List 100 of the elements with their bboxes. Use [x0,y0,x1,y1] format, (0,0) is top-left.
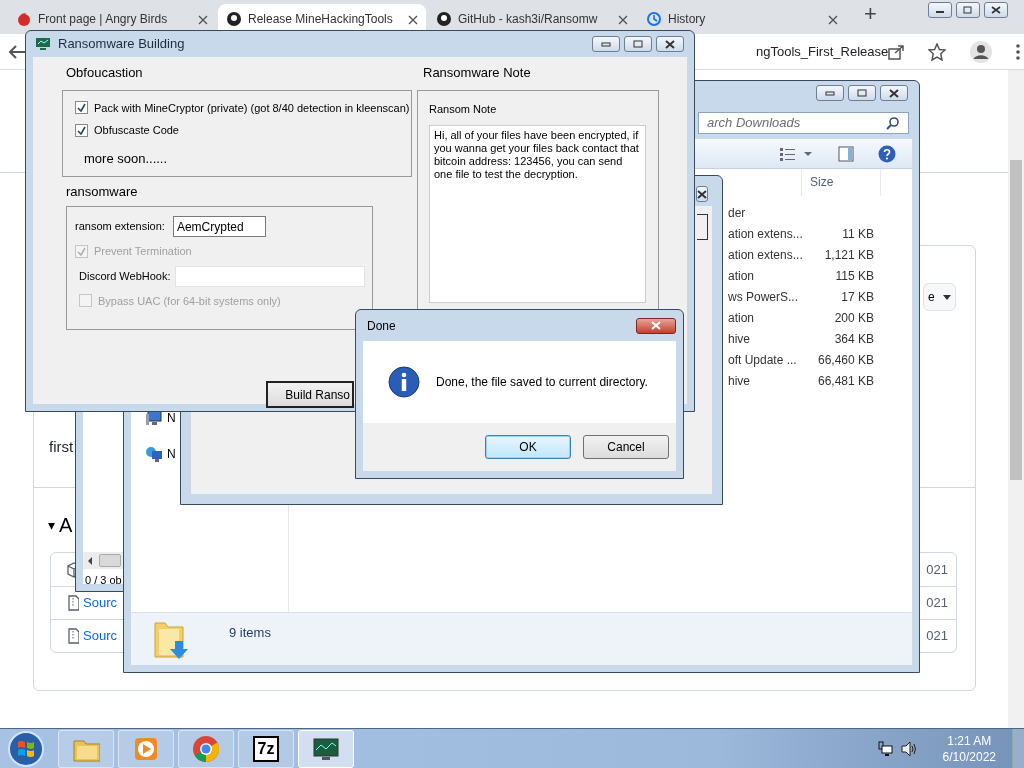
file-type-text: ation extens... [728,246,801,264]
app-logo: 7z [252,735,280,762]
minimize-button[interactable] [928,2,952,18]
status-text: 0 / 3 ob [84,573,123,588]
zip-file-icon [67,595,79,611]
section-heading: Ransomware Note [423,64,532,82]
back-arrow-icon[interactable] [8,43,26,60]
folder-download-icon [153,619,189,661]
chrome-icon [192,734,220,763]
checkbox-label: Pack with MineCryptor (private) (got 8/40 detection in kleenscan) [94,100,410,116]
input-field[interactable] [174,265,365,287]
close-button[interactable] [656,36,684,52]
zip-file-icon [67,628,79,644]
search-field[interactable]: arch Downloads [698,111,909,134]
search-icon [886,115,900,130]
close-button[interactable] [984,2,1008,18]
download-link[interactable]: Sourc [83,626,117,646]
checkbox-label: Obfuscaste Code [94,123,179,138]
close-button[interactable] [880,85,908,101]
view-options-icon[interactable] [780,146,814,161]
horizontal-scrollbar[interactable] [83,552,123,569]
file-size-text: 115 KB [834,267,874,285]
taskbar-app[interactable] [298,729,354,768]
ok-button[interactable]: OK [485,435,571,459]
dropdown-button[interactable]: e [923,283,956,311]
file-type-text: hive [728,330,751,348]
maximize-icon [857,89,867,97]
checkbox[interactable] [75,101,88,115]
help-icon[interactable] [878,144,896,163]
input-box[interactable] [697,214,708,240]
file-size-text: 17 KB [840,288,874,306]
network-icon[interactable] [876,740,893,757]
file-type-text: ws PowerS... [728,288,800,306]
start-button[interactable] [6,728,46,768]
close-icon [889,88,899,98]
scroll-thumb[interactable] [99,554,121,567]
network-icon [145,445,163,463]
close-icon [697,189,707,199]
new-tab-button[interactable]: + [864,0,877,30]
close-button[interactable] [696,186,708,202]
checkbox-label: Bypass UAC (for 64-bit systems only) [98,293,281,309]
restore-button[interactable] [956,2,980,18]
note-field[interactable]: Hi, all of your files have been encrypted, if you wanna get your files back contact that bitcoin address: 123456, you can send one file to test the decryption. [429,125,646,303]
restore-icon [963,6,973,14]
column-header[interactable]: Size [801,169,881,196]
release-date: 021 [926,594,948,613]
address-text[interactable]: ngTools_First_Release [756,41,889,62]
download-link[interactable]: Sourc [83,593,117,613]
menu-icon[interactable] [1016,43,1021,60]
taskbar-app[interactable]: 7z [238,729,294,768]
build-button[interactable]: Build Ranso [266,381,354,408]
file-type-text: ation [728,267,756,285]
monitor-icon [36,38,50,50]
paragraph-text: first [49,437,74,457]
checkbox[interactable] [75,123,88,137]
profile-icon[interactable] [970,40,993,63]
input-field[interactable]: AemCrypted [172,216,266,237]
nav-item-label[interactable]: N [167,409,176,427]
field-label: Discord WebHook: [79,268,171,284]
maximize-button[interactable] [848,85,876,101]
file-size-text: 66,481 KB [816,372,874,390]
section-heading: Obfoucastion [66,64,144,82]
nav-item-label[interactable]: N [167,445,176,463]
release-date: 021 [926,627,948,646]
close-button[interactable] [636,317,676,334]
field-label: Ransom Note [429,101,498,117]
minimize-icon [825,90,835,96]
preview-pane-icon[interactable] [838,145,854,162]
field-label: ransom extension: [75,219,165,235]
disclosure-triangle[interactable]: ▾ [48,514,55,536]
close-icon [651,321,661,330]
browser-tab[interactable]: Front page | Angry Birds [8,4,216,34]
browser-tab[interactable]: History [638,4,846,34]
note-text: more soon...... [84,149,169,168]
file-size-text: 200 KB [833,309,874,327]
section-heading: ransomware [66,182,139,201]
release-date: 021 [926,560,948,579]
file-size-text: 66,460 KB [816,351,874,369]
computer-icon [145,409,163,427]
close-icon [991,6,1001,14]
maximize-button[interactable] [624,36,652,52]
file-size-text: 1,121 KB [823,246,874,264]
info-icon [388,366,420,398]
bird-icon [16,11,32,27]
maximize-icon [633,40,643,48]
section-heading: A [59,513,73,538]
browser-tab[interactable]: GitHub - kash3i/Ransomw [428,4,636,34]
file-type-text: oft Update ... [728,351,798,369]
window-title: Ransomware Building [58,35,186,54]
close-icon [665,39,675,49]
volume-icon[interactable] [900,740,919,757]
share-icon[interactable] [888,43,905,60]
dialog-title: Done [366,317,397,335]
scrollbar[interactable] [1008,70,1024,728]
file-type-text: hive [728,372,751,390]
file-size-text: 364 KB [833,330,874,348]
cancel-button[interactable]: Cancel [583,435,669,459]
status-text: 9 items [229,624,271,642]
checkbox-label: Prevent Termination [94,244,192,259]
star-icon[interactable] [928,42,947,61]
